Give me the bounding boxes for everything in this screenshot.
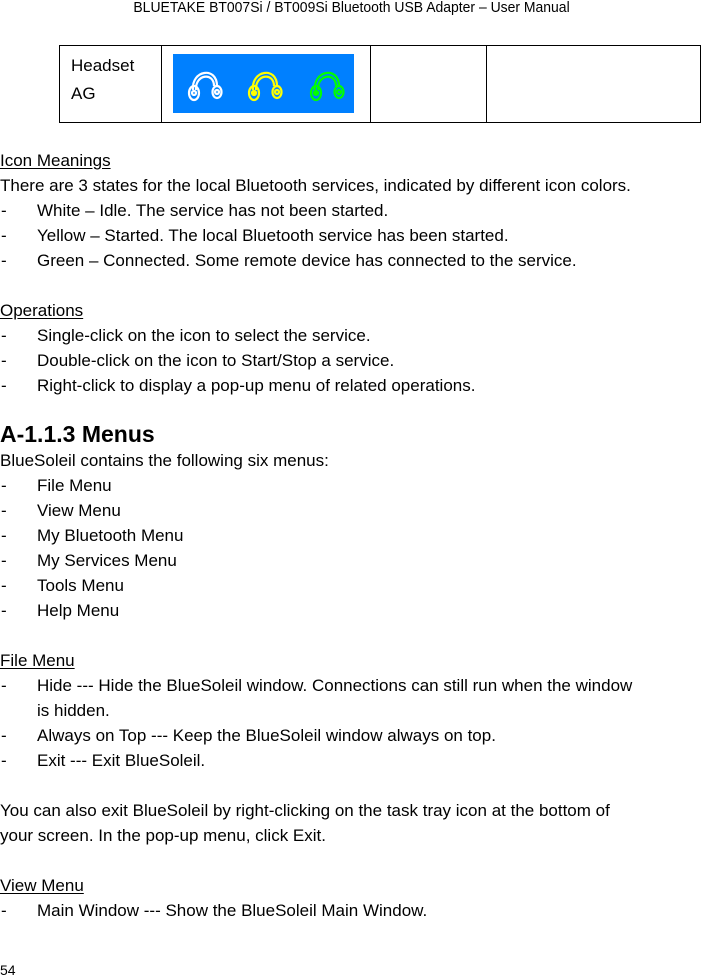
list-item-text: Green – Connected. Some remote device ha…: [37, 251, 577, 270]
headset-yellow-icon: [247, 71, 283, 102]
list-item-text: Exit --- Exit BlueSoleil.: [37, 751, 206, 770]
bullet-dash: -: [1, 326, 7, 345]
table-row: Headset AG: [59, 45, 701, 123]
service-table: Headset AG: [59, 45, 701, 123]
section-title: A-1.1.3 Menus: [0, 421, 155, 447]
icon-panel: [173, 54, 354, 113]
bullet-dash: -: [1, 676, 7, 695]
list-item-text: My Services Menu: [37, 551, 177, 570]
page-number: 54: [0, 962, 16, 978]
list-item-text: White – Idle. The service has not been s…: [37, 201, 389, 220]
list-item-text: Help Menu: [37, 601, 120, 620]
list-item-text: Main Window --- Show the BlueSoleil Main…: [37, 901, 428, 920]
list-item-text: View Menu: [37, 501, 121, 520]
bullet-dash: -: [1, 201, 7, 220]
file-menu-heading: File Menu: [0, 651, 75, 670]
list-item-continuation: is hidden.: [37, 701, 110, 720]
view-menu-heading: View Menu: [0, 876, 84, 895]
bullet-dash: -: [1, 526, 7, 545]
service-name-line1: Headset: [71, 56, 135, 75]
empty-cell-4: [486, 45, 701, 123]
list-item-text: Right-click to display a pop-up menu of …: [37, 376, 476, 395]
bullet-dash: -: [1, 251, 7, 270]
exit-note-line1: You can also exit BlueSoleil by right-cl…: [0, 801, 610, 820]
list-item-text: Tools Menu: [37, 576, 124, 595]
service-icons-cell: [161, 45, 371, 123]
bullet-dash: -: [1, 476, 7, 495]
list-item-text: Single-click on the icon to select the s…: [37, 326, 371, 345]
page-header: BLUETAKE BT007Si / BT009Si Bluetooth USB…: [133, 0, 570, 16]
bullet-dash: -: [1, 351, 7, 370]
bullet-dash: -: [1, 601, 7, 620]
bullet-dash: -: [1, 901, 7, 920]
list-item-text: My Bluetooth Menu: [37, 526, 184, 545]
headset-green-icon: [309, 71, 345, 102]
list-item-text: Yellow – Started. The local Bluetooth se…: [37, 226, 509, 245]
icon-meanings-heading: Icon Meanings: [0, 151, 111, 170]
list-item-text: Always on Top --- Keep the BlueSoleil wi…: [37, 726, 496, 745]
headset-white-icon: [187, 71, 223, 102]
bullet-dash: -: [1, 726, 7, 745]
bullet-dash: -: [1, 751, 7, 770]
bullet-dash: -: [1, 501, 7, 520]
bullet-dash: -: [1, 226, 7, 245]
menus-intro: BlueSoleil contains the following six me…: [0, 451, 329, 470]
list-item-text: File Menu: [37, 476, 112, 495]
list-item-text: Double-click on the icon to Start/Stop a…: [37, 351, 395, 370]
bullet-dash: -: [1, 576, 7, 595]
list-item-text: Hide --- Hide the BlueSoleil window. Con…: [37, 676, 633, 695]
empty-cell-3: [370, 45, 487, 123]
exit-note-line2: your screen. In the pop-up menu, click E…: [0, 826, 326, 845]
bullet-dash: -: [1, 376, 7, 395]
service-name-cell: Headset AG: [59, 45, 162, 123]
operations-heading: Operations: [0, 301, 84, 320]
icon-meanings-intro: There are 3 states for the local Bluetoo…: [0, 176, 631, 195]
bullet-dash: -: [1, 551, 7, 570]
service-name-line2: AG: [71, 84, 96, 103]
